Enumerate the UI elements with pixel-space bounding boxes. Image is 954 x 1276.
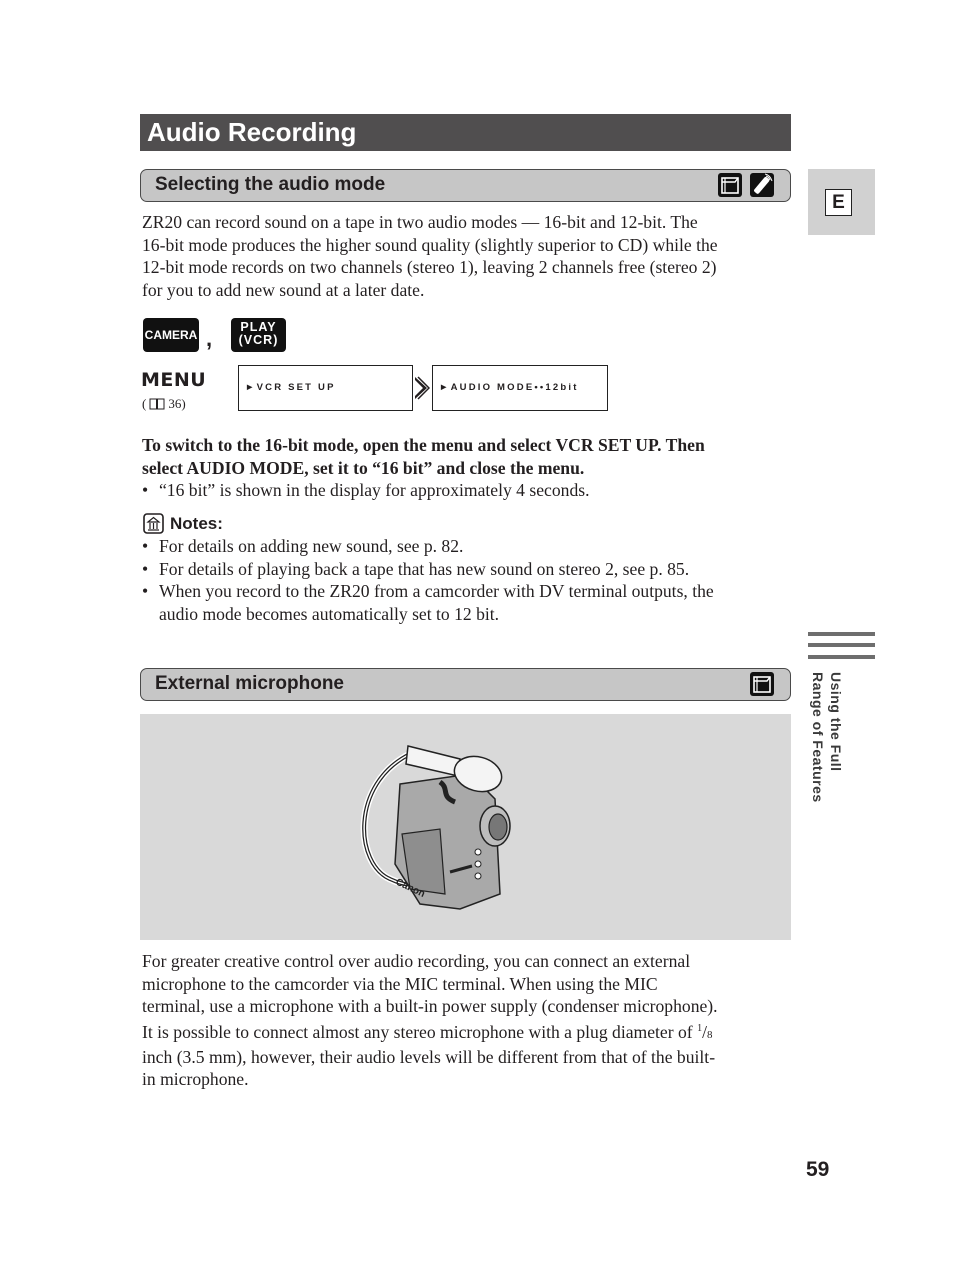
section-heading-text: External microphone — [155, 673, 344, 694]
bullet-text: “16 bit” is shown in the display for app… — [159, 480, 590, 500]
section-heading-audio-mode: Selecting the audio mode — [140, 169, 791, 202]
note-text: audio mode becomes automatically set to … — [159, 603, 500, 624]
play-key-line1: PLAY — [240, 320, 277, 334]
side-stripe — [808, 655, 875, 659]
ref-paren: ( — [142, 396, 147, 411]
bullet-dot: • — [142, 536, 149, 556]
bullet-dot: • — [142, 559, 149, 579]
bullet-dot: • — [142, 581, 149, 601]
play-vcr-mode-key: PLAY (VCR) — [231, 318, 286, 352]
key-separator: , — [206, 326, 213, 351]
body-line: in microphone. — [142, 1069, 249, 1090]
external-mic-illustration: Canon — [140, 714, 791, 940]
camera-mode-key: CAMERA — [143, 318, 199, 352]
intro-line: ZR20 can record sound on a tape in two a… — [142, 212, 698, 232]
menu-screen-vcr-setup: ►VCR SET UP — [238, 365, 413, 411]
book-icon — [149, 398, 165, 410]
menu-screen-audio-mode: ►AUDIO MODE••12bit — [432, 365, 608, 411]
menu-screen-text: ►VCR SET UP — [245, 382, 336, 393]
body-line: It is possible to connect almost any ste… — [142, 1021, 693, 1042]
remote-control-icon — [750, 173, 774, 197]
body-line-with-fraction: It is possible to connect almost any ste… — [142, 1021, 713, 1042]
section-heading-text: Selecting the audio mode — [155, 174, 386, 195]
note-text: When you record to the ZR20 from a camco… — [159, 581, 714, 601]
bullet-dot: • — [142, 480, 149, 500]
side-stripe — [808, 632, 875, 636]
intro-line: 12-bit mode records on two channels (ste… — [142, 257, 717, 277]
language-tab: E — [808, 169, 875, 235]
notes-label: Notes: — [170, 513, 223, 533]
fraction-numerator: 1 — [697, 1022, 703, 1034]
page-title: Audio Recording — [147, 117, 357, 147]
body-line: terminal, use a microphone with a built-… — [142, 996, 718, 1016]
instruction-line: To switch to the 16-bit mode, open the m… — [142, 435, 705, 455]
camcorder-mode-icon — [750, 672, 774, 696]
instruction-text: To switch to the 16-bit mode, open the m… — [142, 434, 802, 479]
camcorder-mode-icon — [718, 173, 742, 197]
play-key-line2: (VCR) — [238, 333, 279, 347]
ref-page: 36) — [168, 396, 186, 411]
side-label-line: Using the Full — [828, 672, 844, 772]
language-tab-label: E — [825, 189, 852, 216]
body-line: inch (3.5 mm), however, their audio leve… — [142, 1046, 716, 1067]
chapter-side-label: Using the Full Range of Features — [808, 672, 848, 832]
menu-page-reference: ( 36) — [142, 396, 186, 412]
notes-icon — [143, 513, 164, 534]
section2-body: For greater creative control over audio … — [142, 950, 802, 1091]
menu-label: MENU — [141, 369, 207, 391]
double-arrow-icon — [414, 376, 431, 405]
camcorder-with-microphone-icon: Canon — [360, 745, 511, 910]
section1-intro: ZR20 can record sound on a tape in two a… — [142, 211, 792, 301]
intro-line: for you to add new sound at a later date… — [142, 279, 425, 300]
side-stripe — [808, 643, 875, 647]
side-label-line: Range of Features — [810, 672, 826, 803]
page-number: 59 — [806, 1158, 830, 1181]
section-heading-external-mic: External microphone — [140, 668, 791, 701]
note-text: For details of playing back a tape that … — [159, 559, 690, 579]
body-line: microphone to the camcorder via the MIC … — [142, 973, 658, 994]
intro-line: 16-bit mode produces the higher sound qu… — [142, 234, 718, 255]
instruction-line: select AUDIO MODE, set it to “16 bit” an… — [142, 457, 585, 478]
fraction-denominator: 8 — [706, 1028, 713, 1041]
menu-screen-text: ►AUDIO MODE••12bit — [439, 382, 579, 393]
page-title-bar: Audio Recording — [140, 114, 791, 151]
body-line: For greater creative control over audio … — [142, 951, 691, 971]
notes-header: Notes: — [143, 513, 223, 534]
note-text: For details on adding new sound, see p. … — [159, 536, 464, 556]
